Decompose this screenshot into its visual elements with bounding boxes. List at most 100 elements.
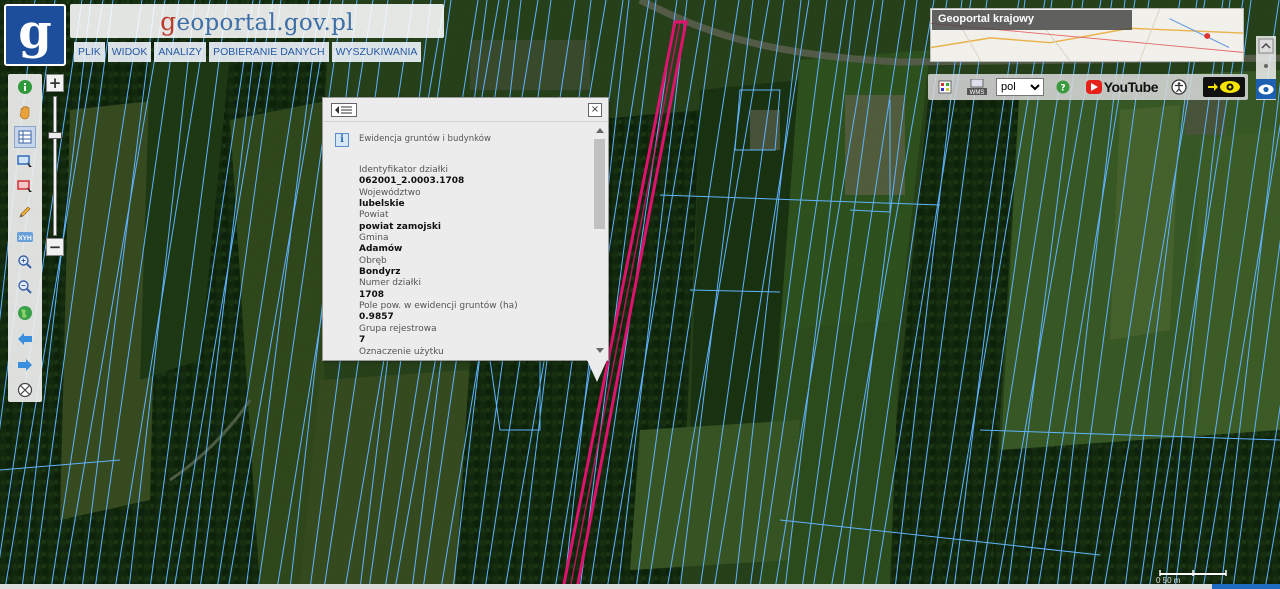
field-label: Numer działki xyxy=(359,278,422,289)
field-value: 7 xyxy=(359,335,366,346)
compass-icon xyxy=(17,382,33,398)
zoom-in-tool-button[interactable] xyxy=(14,251,36,273)
zoom-in-icon xyxy=(18,255,32,269)
popup-body: i Ewidencja gruntów i budynków Identyfik… xyxy=(323,123,593,359)
attribute-list: Identyfikator działki 062001_2.0003.1708… xyxy=(359,165,589,358)
field-label: Powiat xyxy=(359,210,389,221)
table-tool-button[interactable] xyxy=(14,126,36,148)
dot-icon xyxy=(1264,64,1268,68)
arrow-right-icon xyxy=(1208,83,1218,91)
svg-text:?: ? xyxy=(1060,84,1065,94)
visibility-small-button[interactable] xyxy=(1258,58,1274,74)
popup-list-button[interactable] xyxy=(331,103,357,117)
select-clear-icon xyxy=(17,180,32,194)
table-icon xyxy=(18,130,32,144)
select-area-button[interactable] xyxy=(14,151,36,173)
youtube-button[interactable]: YouTube xyxy=(1086,77,1159,97)
field-label: Identyfikator działki xyxy=(359,165,449,175)
legend-icon xyxy=(938,80,952,94)
zoom-track[interactable] xyxy=(53,96,57,236)
menu-analizy[interactable]: ANALIZY xyxy=(154,42,207,62)
zoom-thumb[interactable] xyxy=(48,132,62,139)
svg-text:WMS: WMS xyxy=(970,90,985,95)
field-label: Pole pow. w ewidencji gruntów (ha) xyxy=(359,301,518,312)
top-toolbar: WMS pol ? YouTube xyxy=(928,74,1248,100)
wms-icon: WMS xyxy=(967,79,987,95)
wms-button[interactable]: WMS xyxy=(964,77,990,97)
popup-close-button[interactable]: × xyxy=(588,103,602,117)
youtube-play-icon xyxy=(1086,80,1102,94)
zoom-plus-button[interactable]: + xyxy=(46,74,64,92)
menu-wyszukiwania[interactable]: WYSZUKIWANIA xyxy=(331,42,422,62)
info-icon xyxy=(18,80,32,94)
menu-widok[interactable]: WIDOK xyxy=(107,42,152,62)
main-menu: PLIK WIDOK ANALIZY POBIERANIE DANYCH WYS… xyxy=(74,42,422,62)
draw-tool-button[interactable] xyxy=(14,201,36,223)
list-back-icon xyxy=(335,106,352,114)
next-view-button[interactable] xyxy=(14,354,36,376)
accessibility-icon xyxy=(1171,79,1187,95)
xyh-tool-button[interactable]: XYH xyxy=(14,226,36,248)
geoportal-logo[interactable]: g xyxy=(4,4,66,66)
xyh-icon: XYH xyxy=(17,232,33,242)
pan-tool-button[interactable] xyxy=(14,101,36,123)
full-extent-button[interactable] xyxy=(14,302,36,324)
field-value: Bondyrz xyxy=(359,267,401,278)
overview-title: Geoportal krajowy xyxy=(932,10,1132,30)
info-icon: i xyxy=(335,133,349,147)
high-contrast-button[interactable] xyxy=(1203,77,1245,97)
previous-view-button[interactable] xyxy=(14,328,36,350)
hand-icon xyxy=(19,106,30,120)
field-label: Grupa rejestrowa xyxy=(359,323,437,334)
zoom-minus-button[interactable]: − xyxy=(46,238,64,256)
field-value: 0.9857 xyxy=(359,312,394,323)
compass-tool-button[interactable] xyxy=(14,379,36,401)
feature-info-popup: × i Ewidencja gruntów i budynków Identyf… xyxy=(322,97,609,361)
zoom-out-icon xyxy=(18,280,32,294)
field-label: Województwo xyxy=(359,187,421,198)
zoom-out-tool-button[interactable] xyxy=(14,276,36,298)
popup-pointer xyxy=(587,360,607,382)
select-area-icon xyxy=(17,155,32,169)
language-select[interactable]: pol xyxy=(996,78,1044,96)
globe-icon xyxy=(18,306,32,320)
field-value: Adamów xyxy=(359,244,403,255)
scroll-up-icon[interactable] xyxy=(596,128,604,133)
eye-icon xyxy=(1220,81,1240,93)
help-icon: ? xyxy=(1056,80,1070,94)
forward-arrow-icon xyxy=(18,359,32,371)
logo-letter: g xyxy=(18,4,52,60)
zoom-slider: + − xyxy=(44,74,66,260)
scroll-down-icon[interactable] xyxy=(596,348,604,353)
field-value: powiat zamojski xyxy=(359,221,441,232)
xyh-label: XYH xyxy=(18,235,32,242)
menu-pobieranie-danych[interactable]: POBIERANIE DANYCH xyxy=(209,42,329,62)
field-label: Oznaczenie użytku xyxy=(359,346,444,357)
menu-plik[interactable]: PLIK xyxy=(74,42,105,62)
info-tool-button[interactable] xyxy=(14,76,36,98)
eye-icon xyxy=(1258,84,1274,94)
site-title-box: geoportal.gov.pl xyxy=(70,4,444,38)
popup-header: × xyxy=(323,98,608,122)
field-value: 062001_2.0003.1708 xyxy=(359,176,465,187)
left-toolbar: XYH xyxy=(8,74,42,402)
status-accent xyxy=(1212,584,1280,589)
field-label: Obręb xyxy=(359,255,387,266)
site-title-rest: eoportal.gov.pl xyxy=(176,9,354,36)
collapse-button[interactable] xyxy=(1258,38,1274,54)
accessibility-button[interactable] xyxy=(1168,77,1190,97)
scroll-thumb[interactable] xyxy=(594,139,605,229)
help-button[interactable]: ? xyxy=(1052,77,1074,97)
pencil-icon xyxy=(19,206,31,218)
layers-visibility-button[interactable] xyxy=(1256,79,1276,99)
collapse-icon xyxy=(1258,38,1274,54)
legend-button[interactable] xyxy=(934,77,956,97)
youtube-label: YouTube xyxy=(1103,79,1159,95)
back-arrow-icon xyxy=(18,333,32,345)
field-label: Gmina xyxy=(359,233,389,244)
select-clear-button[interactable] xyxy=(14,176,36,198)
site-title: geoportal.gov.pl xyxy=(160,7,354,36)
site-title-first: g xyxy=(160,6,177,36)
field-value: 1708 xyxy=(359,289,385,300)
popup-scrollbar[interactable] xyxy=(593,123,608,359)
